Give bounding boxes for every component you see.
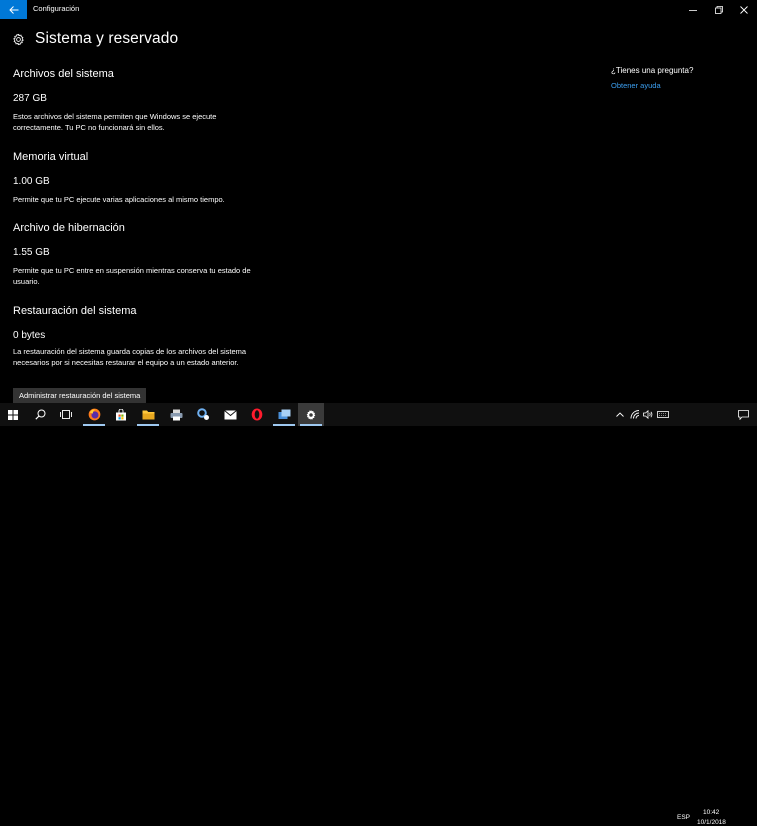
get-help-link[interactable]: Obtener ayuda [611,81,661,90]
search-button[interactable] [27,403,53,426]
mail-icon [223,409,237,419]
speaker-icon [643,410,653,419]
close-button[interactable] [731,0,757,19]
printer-icon [170,409,182,420]
wifi-icon [630,410,640,419]
clock-date[interactable]: 10/1/2018 [697,819,726,826]
section-system-restore: Restauración del sistema 0 bytes La rest… [13,305,283,368]
settings-icon [306,409,316,420]
clock-time[interactable]: 10:42 [703,809,719,816]
opera-taskbar-button[interactable] [244,403,270,426]
section-title: Restauración del sistema [13,305,137,317]
mail-taskbar-button[interactable] [217,403,243,426]
section-title: Memoria virtual [13,151,89,163]
section-title: Archivo de hibernación [13,222,125,234]
start-button[interactable] [0,403,26,426]
store-taskbar-button[interactable] [108,403,134,426]
remote-desktop-icon [278,409,290,419]
task-view-icon [60,410,72,419]
firefox-icon [88,408,100,421]
section-size: 287 GB [13,93,47,104]
settings-taskbar-button[interactable] [298,403,324,426]
taskbar: ESP 10:42 10/1/2018 [0,403,757,826]
section-size: 1.55 GB [13,247,50,258]
manage-system-restore-button[interactable]: Administrar restauración del sistema [13,388,147,404]
section-system-files: Archivos del sistema 287 GB Estos archiv… [13,68,283,133]
input-language[interactable]: ESP [677,814,690,821]
touch-keyboard-button[interactable] [655,403,671,426]
section-size: 0 bytes [13,330,46,341]
page-header: Sistema y reservado [12,30,178,48]
section-description: La restauración del sistema guarda copia… [13,347,247,367]
action-center-button[interactable] [730,403,756,426]
page-title: Sistema y reservado [35,30,179,47]
app-title: Configuración [33,4,80,13]
back-button[interactable] [0,0,27,19]
network-tray-button[interactable] [628,403,642,426]
chevron-up-icon [616,412,624,417]
notification-icon [737,409,749,420]
close-icon [740,5,748,14]
search-icon [34,409,45,420]
remote-desktop-taskbar-button[interactable] [271,403,297,426]
restore-button[interactable] [706,0,732,19]
title-bar: Configuración [0,0,757,19]
file-explorer-icon [142,410,154,420]
minimize-button[interactable] [680,0,706,19]
restore-icon [715,5,723,14]
printer-taskbar-button[interactable] [163,403,189,426]
start-icon [8,409,18,420]
store-icon [116,408,126,420]
section-description: Permite que tu PC entre en suspensión mi… [13,266,251,286]
firefox-taskbar-button[interactable] [81,403,107,426]
network-settings-taskbar-button[interactable] [190,403,216,426]
section-description: Estos archivos del sistema permiten que … [13,112,217,132]
show-hidden-icons-button[interactable] [612,403,628,426]
section-size: 1.00 GB [13,176,50,187]
back-arrow-icon [8,5,18,14]
task-view-button[interactable] [53,403,79,426]
volume-tray-button[interactable] [641,403,655,426]
help-question: ¿Tienes una pregunta? [611,66,694,75]
network-settings-icon [196,408,209,420]
section-title: Archivos del sistema [13,68,114,80]
gear-icon [13,33,24,45]
keyboard-icon [657,411,669,418]
section-virtual-memory: Memoria virtual 1.00 GB Permite que tu P… [13,151,283,205]
opera-icon [251,408,263,421]
file-explorer-taskbar-button[interactable] [135,403,161,426]
section-hibernation-file: Archivo de hibernación 1.55 GB Permite q… [13,222,283,287]
minimize-icon [689,9,697,11]
section-description: Permite que tu PC ejecute varias aplicac… [13,195,225,204]
